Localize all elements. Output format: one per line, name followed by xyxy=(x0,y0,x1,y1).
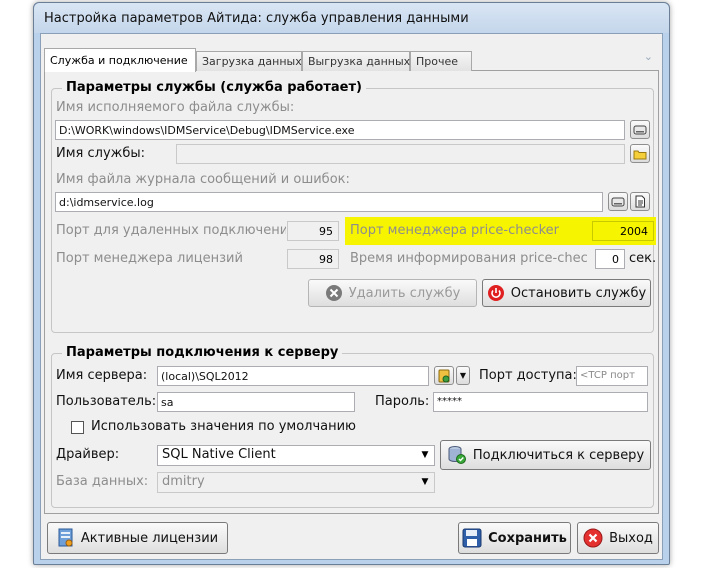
power-icon xyxy=(487,285,504,301)
tab-label: Служба и подключение xyxy=(50,54,188,67)
checker-port-field[interactable]: 2004 xyxy=(592,221,654,241)
log-browse-button[interactable] xyxy=(608,192,628,211)
drive-icon xyxy=(611,197,625,206)
inform-time-unit: сек. xyxy=(629,251,657,266)
drive-icon xyxy=(633,125,647,134)
driver-select[interactable]: SQL Native Client ▼ xyxy=(157,445,435,466)
connection-params-legend: Параметры подключения к серверу xyxy=(62,345,343,360)
tab-label: Выгрузка данных xyxy=(308,55,411,68)
license-port-field[interactable]: 98 xyxy=(287,249,339,269)
remote-port-field[interactable]: 95 xyxy=(287,221,339,241)
user-label: Пользователь: xyxy=(56,394,157,409)
document-icon xyxy=(635,195,645,208)
database-connect-icon xyxy=(448,446,466,464)
tab-data-loading[interactable]: Загрузка данных xyxy=(196,51,302,71)
connect-server-button[interactable]: Подключиться к серверу xyxy=(440,440,651,470)
license-port-label: Порт менеджера лицензий xyxy=(56,251,243,266)
inform-time-field[interactable]: 0 xyxy=(595,249,625,269)
log-view-button[interactable] xyxy=(630,192,650,211)
tab-data-export[interactable]: Выгрузка данных xyxy=(302,51,410,71)
tab-scroll-chevron-icon[interactable]: ⌄ xyxy=(644,50,653,63)
save-label: Сохранить xyxy=(488,530,567,546)
database-label: База данных: xyxy=(56,474,149,489)
service-name-field[interactable] xyxy=(176,144,625,164)
server-dropdown-button[interactable]: ▼ xyxy=(456,366,470,385)
password-field[interactable]: ***** xyxy=(433,392,648,412)
server-name-label: Имя сервера: xyxy=(56,368,148,383)
server-name-field[interactable]: (local)\SQL2012 xyxy=(157,366,429,386)
stop-service-button[interactable]: Остановить службу xyxy=(482,279,651,307)
service-params-legend: Параметры службы (служба работает) xyxy=(62,80,366,95)
folder-icon xyxy=(633,150,647,159)
use-defaults-label[interactable]: Использовать значения по умолчанию xyxy=(91,419,356,434)
title-bar[interactable]: Настройка параметров Айтида: служба упра… xyxy=(34,3,669,33)
chevron-down-icon: ▼ xyxy=(459,371,467,380)
service-params-group: Параметры службы (служба работает) Имя и… xyxy=(51,80,657,333)
active-licenses-button[interactable]: Активные лицензии xyxy=(47,522,228,554)
exe-file-label: Имя исполняемого файла службы: xyxy=(56,100,295,115)
window-client-area: Служба и подключение Загрузка данных Выг… xyxy=(40,33,663,560)
service-name-folder-button[interactable] xyxy=(630,144,650,163)
inform-time-label: Время информирования price-chec xyxy=(350,251,588,266)
driver-value: SQL Native Client xyxy=(162,447,276,462)
log-file-field[interactable]: d:\idmservice.log xyxy=(55,192,603,212)
remote-port-label: Порт для удаленных подключени xyxy=(56,223,286,238)
use-defaults-checkbox[interactable] xyxy=(71,421,84,434)
service-name-label: Имя службы: xyxy=(56,146,146,161)
delete-service-label: Удалить службу xyxy=(348,285,461,301)
close-icon xyxy=(583,528,603,548)
access-port-label: Порт доступа: xyxy=(479,368,577,383)
stop-service-label: Остановить службу xyxy=(510,285,647,301)
settings-window: Настройка параметров Айтида: служба упра… xyxy=(33,2,670,565)
delete-service-button[interactable]: Удалить службу xyxy=(308,279,477,307)
chevron-down-icon: ▼ xyxy=(421,477,429,487)
window-title: Настройка параметров Айтида: служба упра… xyxy=(44,11,469,26)
server-icon xyxy=(438,369,450,382)
active-licenses-label: Активные лицензии xyxy=(80,530,219,546)
chevron-down-icon: ▼ xyxy=(421,450,429,460)
database-value: dmitry xyxy=(162,474,205,489)
tab-label: Загрузка данных xyxy=(202,55,302,68)
save-button[interactable]: Сохранить xyxy=(458,522,571,554)
tab-page-service: Параметры службы (служба работает) Имя и… xyxy=(44,71,659,514)
exit-label: Выход xyxy=(609,530,653,546)
checker-port-label: Порт менеджера price-checker xyxy=(350,223,560,238)
log-file-label: Имя файла журнала сообщений и ошибок: xyxy=(56,172,350,187)
exe-file-field[interactable]: D:\WORK\windows\IDMService\Debug\IDMServ… xyxy=(55,120,625,140)
tab-service-connection[interactable]: Служба и подключение xyxy=(44,48,196,72)
server-browse-button[interactable] xyxy=(434,366,454,385)
database-select[interactable]: dmitry ▼ xyxy=(157,472,435,493)
connection-params-group: Параметры подключения к серверу Имя серв… xyxy=(51,345,654,508)
delete-icon xyxy=(325,285,342,301)
exit-button[interactable]: Выход xyxy=(577,522,659,554)
tab-strip: Служба и подключение Загрузка данных Выг… xyxy=(44,47,659,72)
exe-browse-button[interactable] xyxy=(630,120,650,139)
user-field[interactable]: sa xyxy=(157,392,355,412)
license-icon xyxy=(58,528,73,547)
connect-server-label: Подключиться к серверу xyxy=(472,447,645,463)
password-label: Пароль: xyxy=(375,394,430,409)
floppy-disk-icon xyxy=(462,528,482,548)
driver-label: Драйвер: xyxy=(56,447,120,462)
tab-label: Прочее xyxy=(416,55,459,68)
tab-other[interactable]: Прочее xyxy=(410,51,472,71)
access-port-field[interactable]: <TCP порт xyxy=(576,366,648,386)
